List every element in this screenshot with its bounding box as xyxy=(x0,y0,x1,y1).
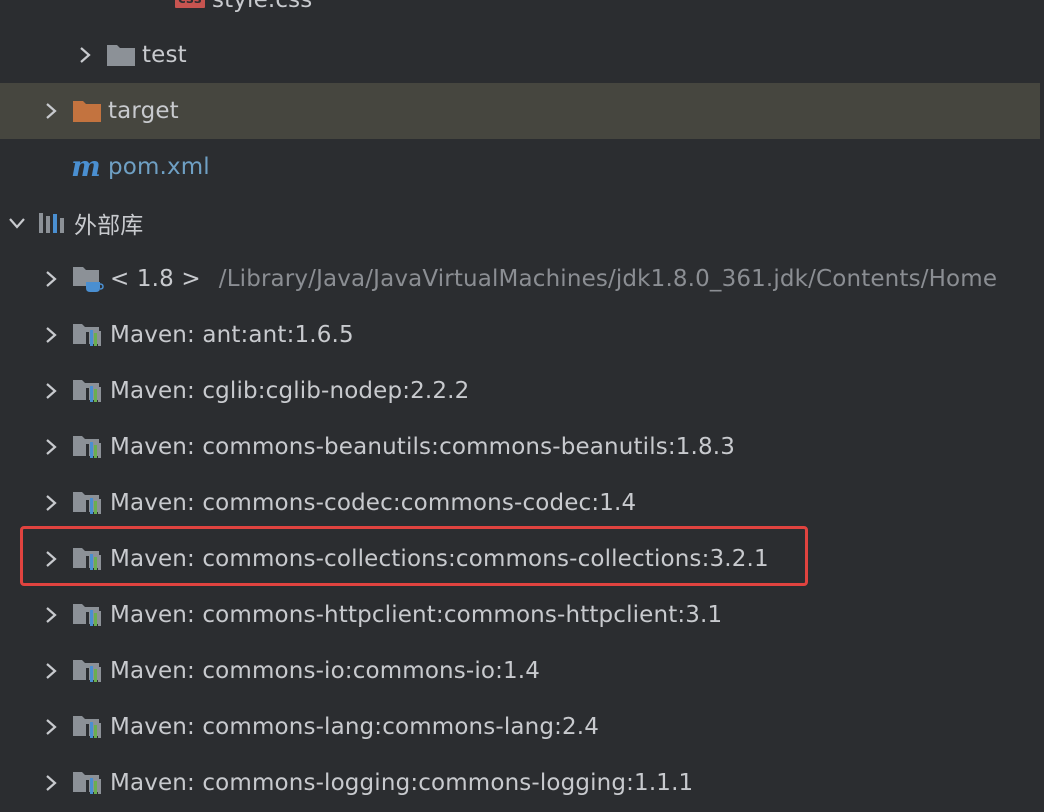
library-icon xyxy=(72,714,104,740)
library-icon xyxy=(72,602,104,628)
tree-item-jdk[interactable]: < 1.8 > /Library/Java/JavaVirtualMachines… xyxy=(0,251,1040,307)
chevron-right-icon[interactable] xyxy=(40,324,62,346)
tree-item-external-libraries[interactable]: 外部库 xyxy=(0,195,1040,251)
tree-item-label: Maven: commons-beanutils:commons-beanuti… xyxy=(110,434,736,460)
tree-item-label: Maven: commons-lang:commons-lang:2.4 xyxy=(110,714,600,740)
library-icon xyxy=(72,322,104,348)
tree-item-library[interactable]: Maven: commons-codec:commons-codec:1.4 xyxy=(0,475,1040,531)
tree-item-style-css[interactable]: css style.css xyxy=(0,0,1040,28)
chevron-right-icon[interactable] xyxy=(40,436,62,458)
tree-item-label: Maven: commons-logging:commons-logging:1… xyxy=(110,770,694,796)
library-icon xyxy=(72,770,104,796)
chevron-right-icon[interactable] xyxy=(40,604,62,626)
tree-item-label: Maven: ant:ant:1.6.5 xyxy=(110,322,354,348)
project-tree: css style.css test target m pom.xml xyxy=(0,0,1044,812)
tree-item-label: Maven: commons-io:commons-io:1.4 xyxy=(110,658,541,684)
chevron-right-icon[interactable] xyxy=(40,548,62,570)
tree-item-label: test xyxy=(142,42,187,68)
chevron-right-icon[interactable] xyxy=(40,772,62,794)
chevron-right-icon[interactable] xyxy=(40,716,62,738)
jdk-icon xyxy=(72,265,104,293)
chevron-right-icon[interactable] xyxy=(40,660,62,682)
tree-item-library[interactable]: Maven: commons-lang:commons-lang:2.4 xyxy=(0,699,1040,755)
maven-file-icon: m xyxy=(71,150,101,183)
tree-item-label: target xyxy=(108,98,179,124)
tree-item-label: style.css xyxy=(212,0,313,13)
tree-item-label: Maven: commons-httpclient:commons-httpcl… xyxy=(110,602,723,628)
library-icon xyxy=(72,546,104,572)
tree-item-library[interactable]: Maven: commons-logging:commons-logging:1… xyxy=(0,755,1040,811)
chevron-right-icon[interactable] xyxy=(40,380,62,402)
jdk-path: /Library/Java/JavaVirtualMachines/jdk1.8… xyxy=(218,266,998,292)
tree-item-label: pom.xml xyxy=(108,154,210,180)
tree-item-library[interactable]: Maven: ant:ant:1.6.5 xyxy=(0,307,1040,363)
tree-item-label: Maven: commons-collections:commons-colle… xyxy=(110,546,769,572)
tree-item-library[interactable]: Maven: commons-io:commons-io:1.4 xyxy=(0,643,1040,699)
chevron-down-icon[interactable] xyxy=(6,212,28,234)
chevron-right-icon[interactable] xyxy=(74,44,96,66)
chevron-right-icon[interactable] xyxy=(40,268,62,290)
library-icon xyxy=(72,434,104,460)
css-file-icon: css xyxy=(174,0,206,11)
chevron-right-icon[interactable] xyxy=(40,492,62,514)
library-icon xyxy=(72,658,104,684)
tree-item-library[interactable]: Maven: cglib:cglib-nodep:2.2.2 xyxy=(0,363,1040,419)
tree-item-library[interactable]: Maven: commons-collections:commons-colle… xyxy=(0,531,1040,587)
excluded-folder-icon xyxy=(72,99,102,123)
folder-icon xyxy=(106,43,136,67)
chevron-right-icon[interactable] xyxy=(40,100,62,122)
tree-item-target[interactable]: target xyxy=(0,83,1040,139)
library-icon xyxy=(72,490,104,516)
tree-item-library[interactable]: Maven: commons-httpclient:commons-httpcl… xyxy=(0,587,1040,643)
tree-item-library[interactable]: Maven: commons-beanutils:commons-beanuti… xyxy=(0,419,1040,475)
tree-item-pom[interactable]: m pom.xml xyxy=(0,139,1040,195)
library-icon xyxy=(72,378,104,404)
tree-item-test[interactable]: test xyxy=(0,27,1040,83)
tree-item-label: 外部库 xyxy=(74,213,144,239)
tree-item-label: Maven: cglib:cglib-nodep:2.2.2 xyxy=(110,378,470,404)
jdk-version: < 1.8 > xyxy=(110,266,201,292)
tree-item-label: Maven: commons-codec:commons-codec:1.4 xyxy=(110,490,637,516)
tree-item-label: < 1.8 > /Library/Java/JavaVirtualMachines… xyxy=(110,266,997,292)
libraries-icon xyxy=(38,211,66,235)
